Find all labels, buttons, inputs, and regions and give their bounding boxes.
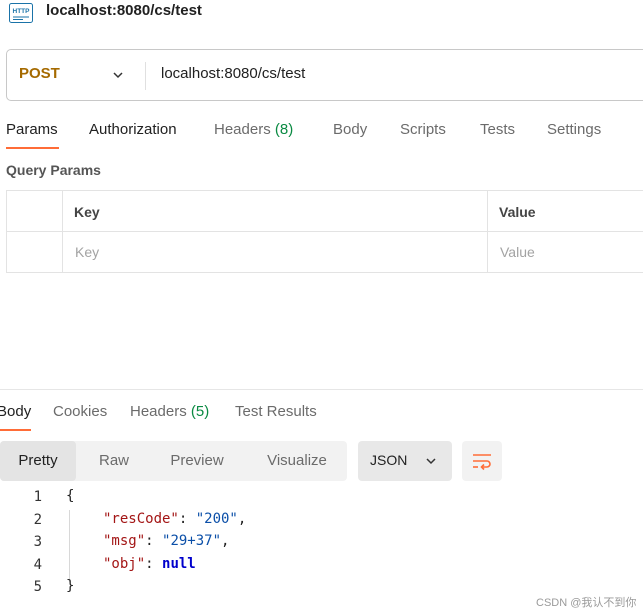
column-divider <box>487 191 488 272</box>
watermark: CSDN @我认不到你 <box>536 597 637 609</box>
pane-divider[interactable] <box>0 389 643 390</box>
active-tab-indicator <box>0 429 31 431</box>
json-key: "resCode" <box>103 511 179 527</box>
http-icon: HTTP <box>9 3 33 23</box>
line-number: 3 <box>33 534 42 550</box>
json-colon: : <box>145 533 163 549</box>
wrap-lines-button[interactable] <box>462 441 502 481</box>
request-tabs: Params Authorization Headers (8) Body Sc… <box>0 118 643 150</box>
key-input[interactable]: Key <box>75 244 99 260</box>
value-input[interactable]: Value <box>500 244 535 260</box>
svg-text:HTTP: HTTP <box>13 8 31 15</box>
line-number: 2 <box>33 512 42 528</box>
json-colon: : <box>178 511 196 527</box>
query-params-title: Query Params <box>6 162 101 178</box>
url-input[interactable]: localhost:8080/cs/test <box>161 65 305 82</box>
response-headers-count: (5) <box>190 403 210 420</box>
format-select[interactable]: JSON <box>358 441 452 481</box>
visualize-button[interactable]: Visualize <box>254 441 340 481</box>
preview-button[interactable]: Preview <box>158 441 236 481</box>
pretty-button[interactable]: Pretty <box>0 441 76 481</box>
format-label: JSON <box>370 452 408 468</box>
tab-response-headers[interactable]: Headers (5) <box>130 403 209 420</box>
tab-authorization[interactable]: Authorization <box>89 121 177 138</box>
indent-guide <box>69 510 70 582</box>
code-line: { <box>66 488 74 504</box>
line-number: 4 <box>33 557 42 573</box>
url-bar: POST localhost:8080/cs/test <box>6 49 643 101</box>
json-value: "200" <box>195 511 238 527</box>
json-comma: , <box>237 511 247 527</box>
url-divider <box>145 62 146 90</box>
json-value: null <box>162 556 196 572</box>
table-header-row <box>7 191 643 232</box>
chevron-down-icon[interactable] <box>111 68 125 82</box>
json-comma: , <box>221 533 230 549</box>
code-line: "msg": "29+37", <box>103 533 229 549</box>
json-colon: : <box>145 556 163 572</box>
column-header-value: Value <box>499 204 536 220</box>
code-line: "resCode": "200", <box>103 511 246 527</box>
tab-test-results[interactable]: Test Results <box>235 403 317 420</box>
method-select[interactable]: POST <box>19 65 60 82</box>
title-bar: HTTP localhost:8080/cs/test <box>0 0 643 26</box>
code-line: } <box>66 578 74 594</box>
tab-headers-label: Headers <box>214 121 271 138</box>
tab-cookies[interactable]: Cookies <box>53 403 107 420</box>
json-value: "29+37" <box>162 533 222 549</box>
tab-headers[interactable]: Headers (8) <box>214 121 293 138</box>
raw-button[interactable]: Raw <box>82 441 146 481</box>
tab-tests[interactable]: Tests <box>480 121 515 138</box>
tab-scripts[interactable]: Scripts <box>400 121 446 138</box>
tab-response-headers-label: Headers <box>130 403 187 420</box>
tab-body[interactable]: Body <box>333 121 367 138</box>
code-line: "obj": null <box>103 556 196 572</box>
tab-response-body[interactable]: Body <box>0 403 31 420</box>
params-table: Key Value Key Value <box>6 190 643 273</box>
json-key: "obj" <box>103 556 146 572</box>
chevron-down-icon <box>426 458 436 465</box>
close-brace: } <box>66 578 75 594</box>
tab-settings[interactable]: Settings <box>547 121 601 138</box>
json-key: "msg" <box>103 533 146 549</box>
response-code-view[interactable]: 1 2 3 4 5 { "resCode": "200", "msg": "29… <box>0 486 643 601</box>
wrap-lines-icon <box>473 454 491 471</box>
active-tab-indicator <box>6 147 59 149</box>
column-divider <box>62 191 63 272</box>
line-number: 5 <box>33 579 42 595</box>
request-title: localhost:8080/cs/test <box>46 2 202 19</box>
headers-count: (8) <box>274 121 294 138</box>
open-brace: { <box>66 488 75 504</box>
tab-params[interactable]: Params <box>6 121 58 138</box>
response-tabs: Body Cookies Headers (5) Test Results <box>0 400 643 432</box>
column-header-key: Key <box>74 204 100 220</box>
view-mode-group: Pretty Raw Preview Visualize <box>0 441 347 481</box>
line-number: 1 <box>33 489 42 505</box>
